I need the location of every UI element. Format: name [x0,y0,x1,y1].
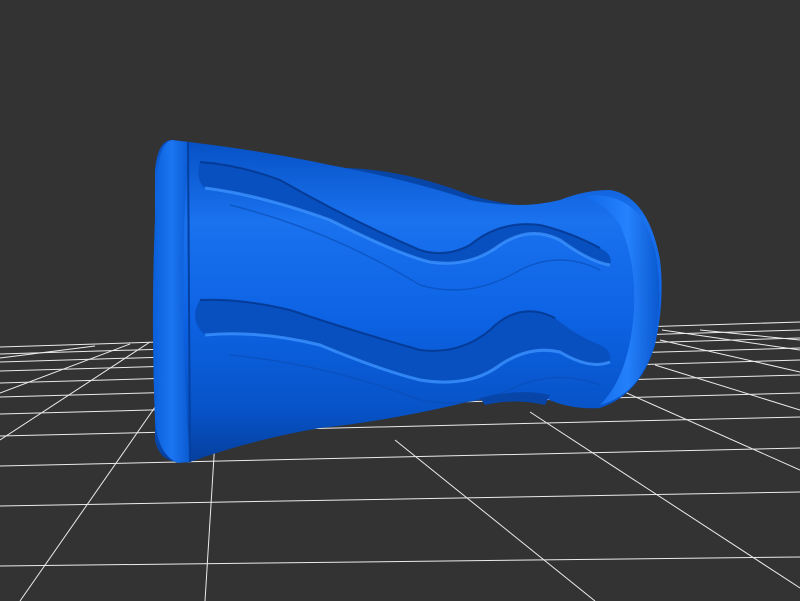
grid-line-v [659,339,800,373]
grip-sleeve-model[interactable] [152,140,662,463]
grid-line-v [0,341,151,441]
grid-line-v [19,399,161,601]
grid-line-h [0,491,800,507]
3d-viewport[interactable] [0,0,800,601]
grid-line-h [0,416,800,437]
grid-line-v [394,439,596,601]
grid-line-h [0,556,800,567]
grid-line-v [0,343,131,394]
viewport-canvas[interactable] [0,0,800,601]
grid-line-v [529,411,800,589]
grid-line-v [654,364,800,411]
grid-line-v [204,439,216,601]
